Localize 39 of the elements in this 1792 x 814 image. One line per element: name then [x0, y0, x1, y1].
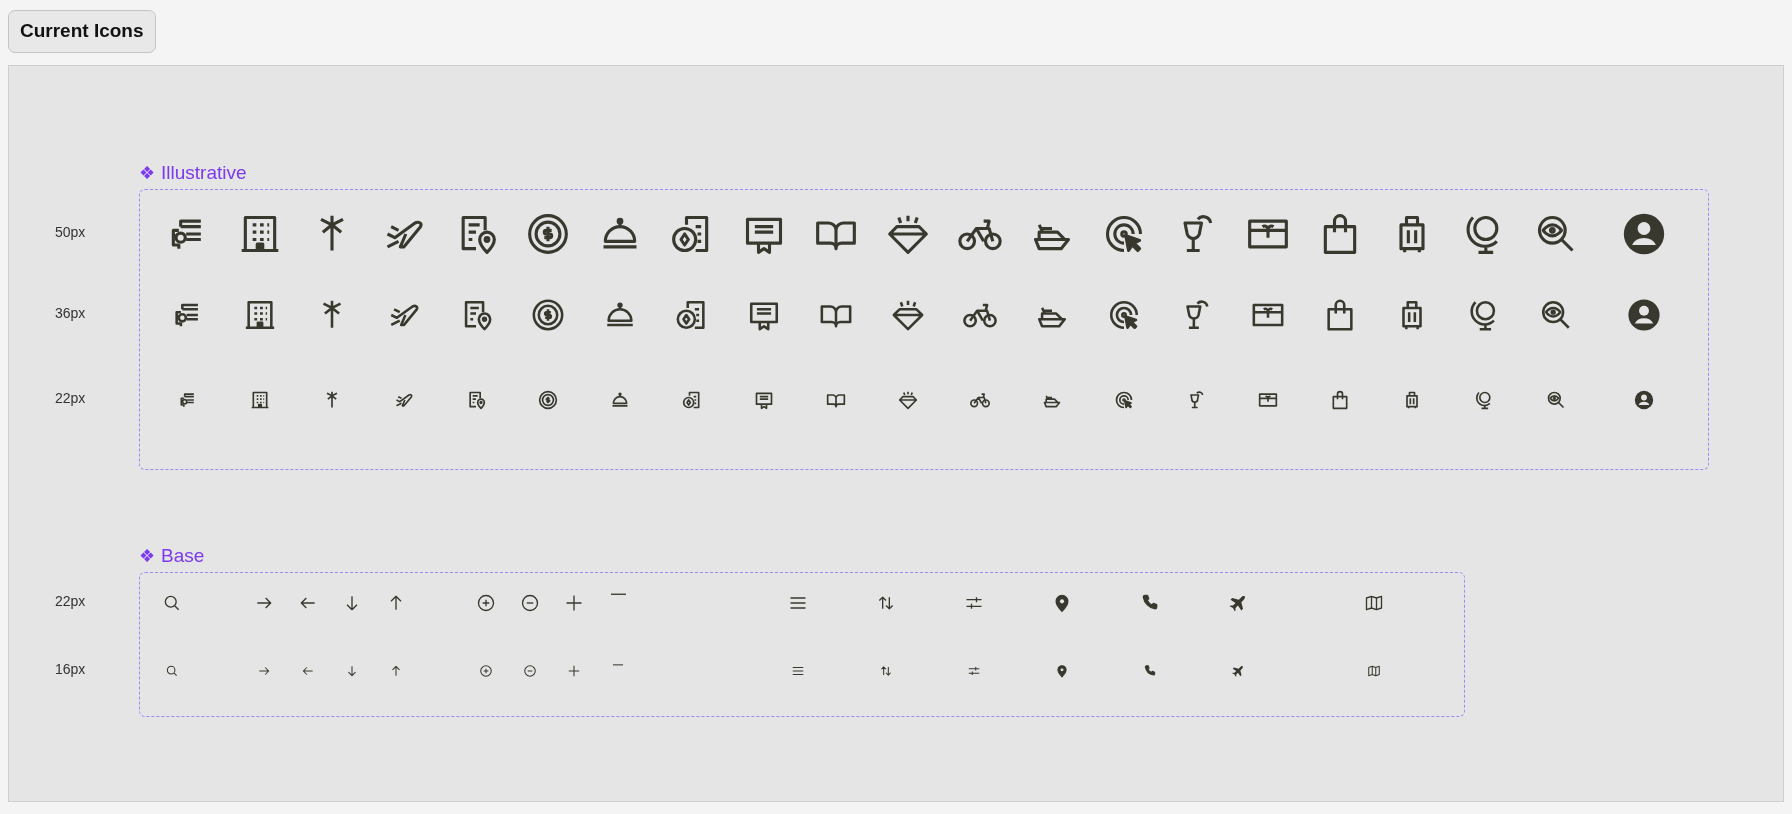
- search-icon: [165, 663, 179, 678]
- arrow-up-icon: [389, 663, 403, 678]
- section-title: Illustrative: [161, 161, 247, 184]
- component-icon: ❖: [139, 544, 155, 567]
- arrow-down-icon: [345, 663, 359, 678]
- sort-icon: [879, 663, 893, 678]
- zoom-out-icon: [523, 663, 537, 678]
- user-avatar-icon: [1627, 297, 1661, 332]
- component-icon: ❖: [139, 161, 155, 184]
- airplane-icon: [1231, 663, 1245, 678]
- section-title: Base: [161, 544, 205, 567]
- minus-icon: [610, 592, 626, 596]
- user-avatar-icon: [1622, 211, 1666, 256]
- zoom-in-icon: [476, 592, 496, 613]
- coin-icon: [538, 389, 558, 410]
- diamond-icon: [898, 389, 918, 410]
- user-avatar-icon: [1634, 389, 1654, 410]
- map-icon: [1367, 663, 1381, 678]
- coin-icon: [531, 297, 565, 332]
- target-cursor-icon: [1114, 389, 1134, 410]
- building-icon: [250, 389, 270, 410]
- size-label: 22px: [55, 389, 86, 409]
- phone-icon: [1143, 663, 1157, 678]
- minus-icon: [612, 663, 624, 666]
- document-pin-icon: [466, 389, 486, 410]
- size-label: 50px: [55, 223, 86, 243]
- location-pin-icon: [1055, 663, 1069, 678]
- size-label: 36px: [55, 304, 86, 324]
- zoom-out-icon: [520, 592, 540, 613]
- eye-search-icon: [1546, 389, 1566, 410]
- size-label: 22px: [55, 592, 86, 612]
- size-label: 16px: [55, 660, 86, 680]
- coin-icon: [526, 211, 570, 256]
- receipt-coin-icon: [682, 389, 702, 410]
- shopping-bag-icon: [1330, 389, 1350, 410]
- zoom-in-icon: [479, 663, 493, 678]
- globe-icon: [1474, 389, 1494, 410]
- current-icons-button[interactable]: Current Icons: [8, 10, 156, 53]
- plus-icon: [567, 663, 581, 678]
